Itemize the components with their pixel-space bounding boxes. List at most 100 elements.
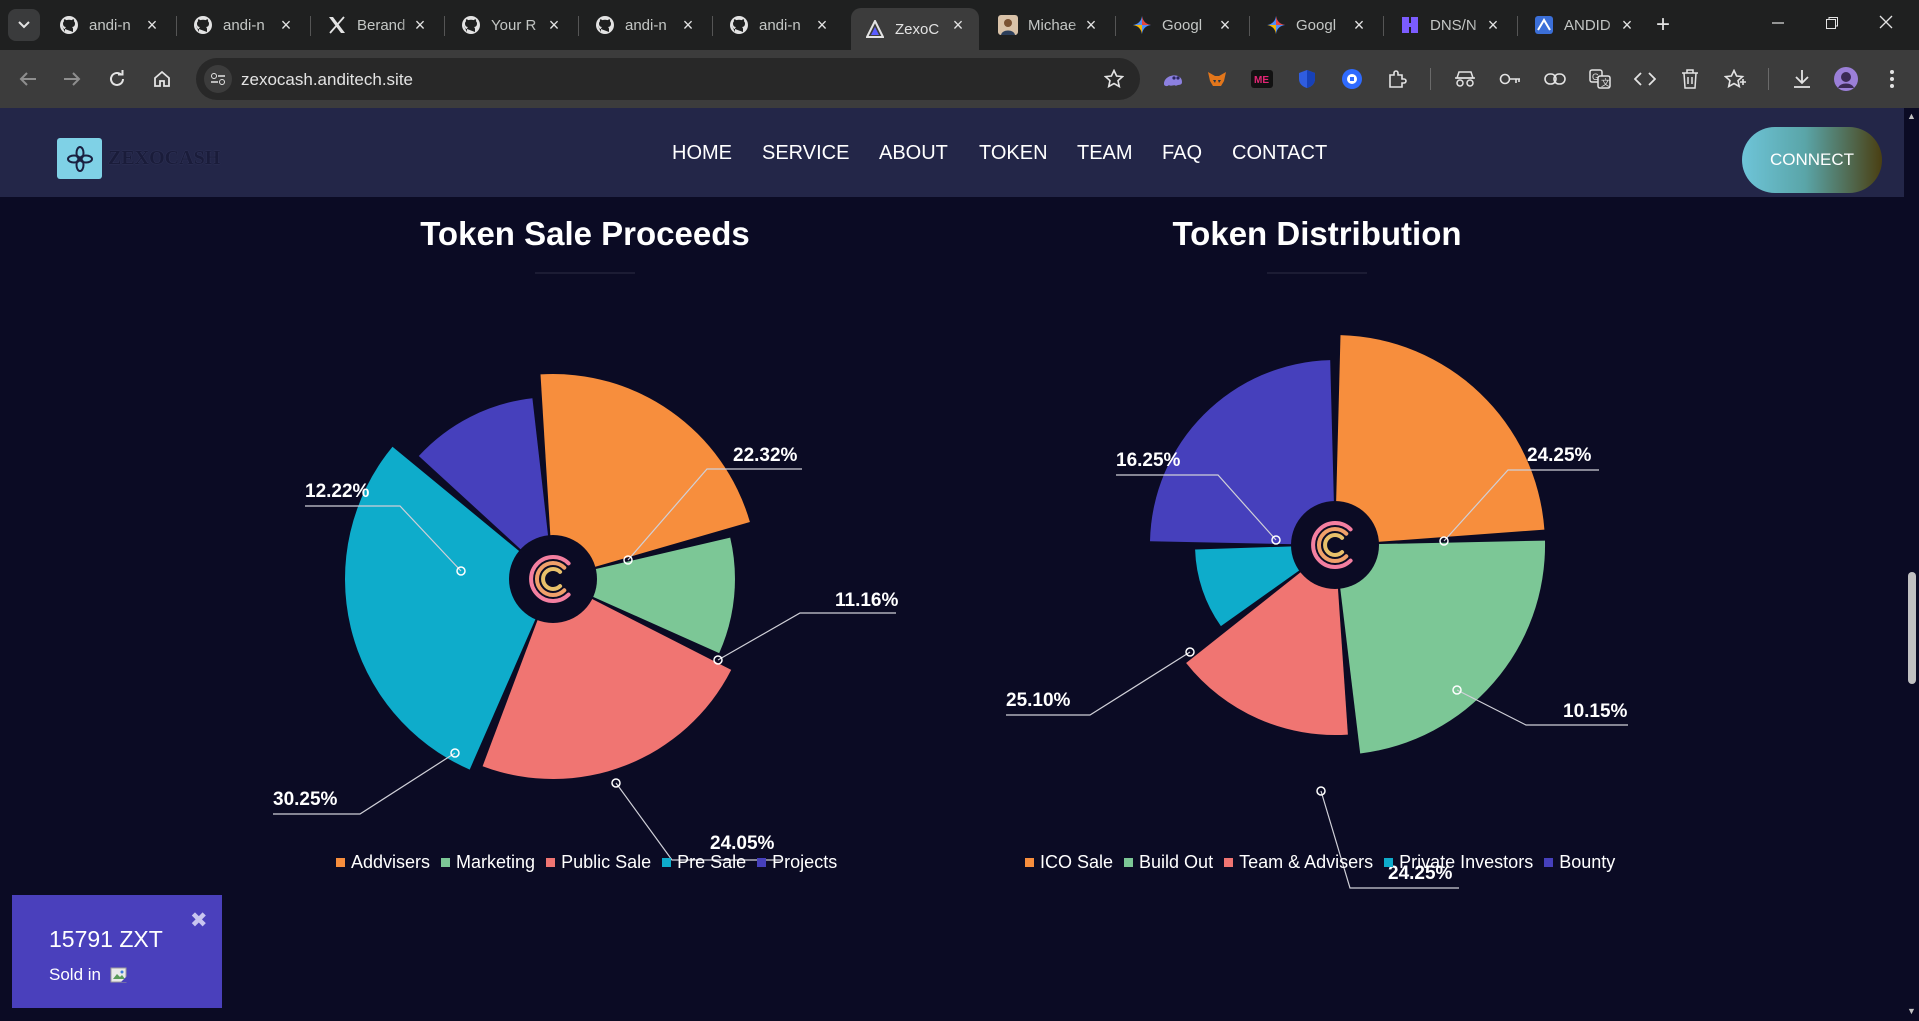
tab-title: andi-n [89,16,131,34]
site-info-button[interactable] [204,65,232,93]
browser-tab[interactable]: andi-n × [45,8,173,42]
browser-tab[interactable]: Berand × [313,8,441,42]
key-icon[interactable] [1498,67,1522,91]
tab-close-icon[interactable]: × [277,16,295,34]
link-icon[interactable] [1543,67,1567,91]
browser-tab[interactable]: Your R × [447,8,575,42]
legend-swatch [441,858,451,867]
download-icon[interactable] [1790,67,1814,91]
me-extension-icon[interactable]: ME [1250,67,1274,91]
browser-toolbar: zexocash.anditech.site ME G文 [0,50,1919,108]
address-bar[interactable]: zexocash.anditech.site [196,58,1140,100]
coinbase-extension-icon[interactable] [1340,67,1364,91]
scroll-up-icon[interactable]: ▲ [1906,111,1917,122]
bookmark-star-button[interactable] [1102,67,1126,91]
sold-close-button[interactable]: ✖ [190,908,208,933]
tab-separator [1115,16,1116,36]
github-icon [59,15,79,35]
home-icon [154,70,170,87]
browser-tab[interactable]: ZexoC × [851,8,979,50]
legend-item[interactable]: Private Investors [1384,852,1533,873]
browser-tab[interactable]: Googl × [1118,8,1246,42]
close-window-button[interactable] [1866,8,1906,42]
token-sale-legend: Addvisers Marketing Public Sale Pre Sale… [336,852,848,873]
pie-value-label: 22.32% [733,445,798,466]
reload-button[interactable] [103,65,131,93]
new-tab-button[interactable]: + [1648,10,1678,40]
svg-text:文: 文 [1601,77,1610,88]
legend-label: Build Out [1139,852,1214,872]
legend-item[interactable]: Build Out [1124,852,1213,873]
browser-tab[interactable]: andi-n × [179,8,307,42]
tab-close-icon[interactable]: × [1484,16,1502,34]
tab-close-icon[interactable]: × [1618,16,1636,34]
tune-icon [211,73,225,85]
browser-tab[interactable]: Googl × [1252,8,1380,42]
legend-item[interactable]: Public Sale [546,852,651,873]
incognito-icon[interactable] [1453,67,1477,91]
legend-label: Addvisers [351,852,431,872]
code-icon[interactable] [1633,67,1657,91]
tab-close-icon[interactable]: × [411,16,429,34]
minimize-button[interactable] [1758,8,1798,42]
legend-label: Pre Sale [677,852,747,872]
tab-close-icon[interactable]: × [1350,16,1368,34]
metamask-extension-icon[interactable] [1205,67,1229,91]
tab-title: DNS/N [1430,16,1477,34]
url-text[interactable]: zexocash.anditech.site [241,70,413,90]
sold-notification: 15791 ZXT Sold in ✖ [12,895,222,1008]
pie-value-label: 30.25% [273,789,338,810]
scroll-thumb[interactable] [1908,572,1916,684]
legend-item[interactable]: ICO Sale [1025,852,1113,873]
ghost-extension-icon[interactable] [1161,67,1185,91]
close-icon [1879,15,1893,29]
tab-close-icon[interactable]: × [949,16,967,34]
profile-avatar[interactable] [1834,67,1858,91]
scroll-down-icon[interactable]: ▼ [1906,1006,1917,1017]
dns-tab-icon [1400,15,1420,35]
legend-item[interactable]: Marketing [441,852,535,873]
back-button[interactable] [14,65,42,93]
tab-title: andi-n [625,16,667,34]
svg-text:G: G [1592,72,1599,82]
browser-tab[interactable]: DNS/N × [1386,8,1514,42]
forward-button[interactable] [58,65,86,93]
tab-close-icon[interactable]: × [545,16,563,34]
translate-icon[interactable]: G文 [1588,67,1612,91]
legend-item[interactable]: Projects [757,852,837,873]
bookmarks-star-icon[interactable] [1723,67,1747,91]
pie-value-label: 12.22% [305,481,370,502]
legend-item[interactable]: Bounty [1544,852,1615,873]
legend-item[interactable]: Team & Advisers [1224,852,1373,873]
token-distribution-legend: ICO Sale Build Out Team & Advisers Priva… [1025,852,1626,873]
pie-value-label: 24.25% [1527,445,1592,466]
legend-label: Projects [772,852,838,872]
tab-close-icon[interactable]: × [143,16,161,34]
shield-extension-icon[interactable] [1295,67,1319,91]
tab-close-icon[interactable]: × [1216,16,1234,34]
browser-tab[interactable]: andi-n × [715,8,843,42]
home-button[interactable] [148,65,176,93]
github-icon [461,15,481,35]
tab-close-icon[interactable]: × [679,16,697,34]
pie-value-label: 11.16% [835,590,898,611]
tab-close-icon[interactable]: × [1082,16,1100,34]
trash-icon[interactable] [1678,67,1702,91]
tab-title: andi-n [759,16,801,34]
tab-close-icon[interactable]: × [813,16,831,34]
svg-text:ME: ME [1254,75,1269,86]
pie-slice[interactable] [1335,335,1545,545]
browser-tab[interactable]: Michae × [984,8,1112,42]
legend-label: Bounty [1559,852,1616,872]
browser-tab[interactable]: ANDID × [1520,8,1648,42]
browser-tab-strip: andi-n × andi-n × Berand × Your R × andi-n × andi-… [0,0,1919,50]
kebab-menu-icon[interactable] [1880,67,1904,91]
legend-item[interactable]: Addvisers [336,852,430,873]
tab-separator [444,16,445,36]
page-scrollbar[interactable]: ▲ ▼ [1904,108,1919,1021]
legend-item[interactable]: Pre Sale [662,852,746,873]
restore-button[interactable] [1812,8,1852,42]
extensions-puzzle-icon[interactable] [1385,67,1409,91]
browser-tab[interactable]: andi-n × [581,8,709,42]
tab-search-button[interactable] [8,9,40,41]
